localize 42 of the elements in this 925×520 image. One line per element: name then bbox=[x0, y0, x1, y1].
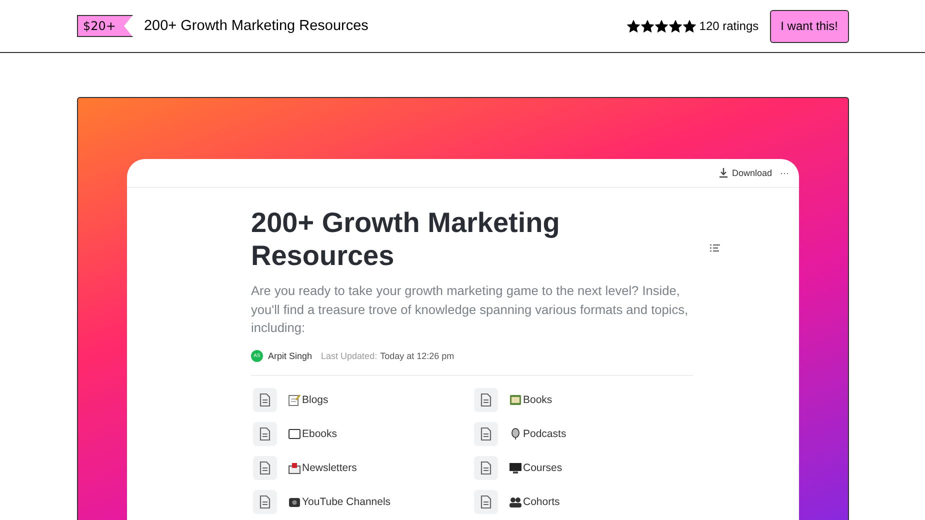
microphone-icon bbox=[509, 428, 522, 440]
page-link[interactable]: Cohorts bbox=[523, 496, 560, 508]
people-icon bbox=[509, 496, 522, 508]
page-link[interactable]: YouTube Channels bbox=[302, 496, 391, 508]
page-link[interactable]: Podcasts bbox=[523, 428, 566, 440]
tablet-icon bbox=[288, 428, 301, 440]
page-icon[interactable] bbox=[253, 422, 277, 446]
star-icon bbox=[641, 20, 654, 32]
page-icon[interactable] bbox=[474, 388, 498, 412]
download-icon bbox=[718, 168, 728, 178]
book-icon bbox=[509, 394, 522, 406]
price-tag: $20+ bbox=[77, 15, 133, 37]
star-icon bbox=[655, 20, 668, 32]
page-icon[interactable] bbox=[253, 388, 277, 412]
page-link[interactable]: Ebooks bbox=[302, 428, 338, 440]
page-link[interactable]: Newsletters bbox=[302, 462, 357, 474]
page-icon[interactable] bbox=[253, 490, 277, 514]
camera-icon bbox=[288, 496, 301, 508]
outline-icon[interactable] bbox=[710, 244, 720, 252]
page-icon[interactable] bbox=[474, 422, 498, 446]
buy-button[interactable]: I want this! bbox=[770, 10, 849, 42]
monitor-icon bbox=[509, 462, 522, 474]
page-link[interactable]: Blogs bbox=[302, 394, 328, 406]
document-title: 200+ Growth Marketing Resources bbox=[251, 206, 561, 272]
star-icon bbox=[669, 20, 682, 32]
document-description: Are you ready to take your growth marketing game to the next level? Inside, you'll find a treasure trove of knowledge spanning various formats and topics, including: bbox=[251, 282, 690, 337]
page-link[interactable]: Books bbox=[523, 394, 552, 406]
more-button[interactable]: ··· bbox=[780, 168, 789, 178]
ratings-count: 120 ratings bbox=[699, 19, 759, 33]
page-link[interactable]: Courses bbox=[523, 462, 562, 474]
page-icon[interactable] bbox=[474, 456, 498, 480]
download-button[interactable]: Download bbox=[718, 168, 772, 178]
memo-icon bbox=[288, 394, 301, 406]
page-icon[interactable] bbox=[474, 490, 498, 514]
product-title: 200+ Growth Marketing Resources bbox=[144, 18, 368, 34]
updated-time: Today at 12:26 pm bbox=[380, 350, 454, 360]
updated-label: Last Updated: bbox=[321, 350, 378, 360]
star-icon bbox=[627, 20, 640, 32]
author-name: Arpit Singh bbox=[268, 350, 312, 360]
mailbox-icon bbox=[288, 462, 301, 474]
page-icon[interactable] bbox=[253, 456, 277, 480]
star-icon bbox=[683, 20, 696, 32]
